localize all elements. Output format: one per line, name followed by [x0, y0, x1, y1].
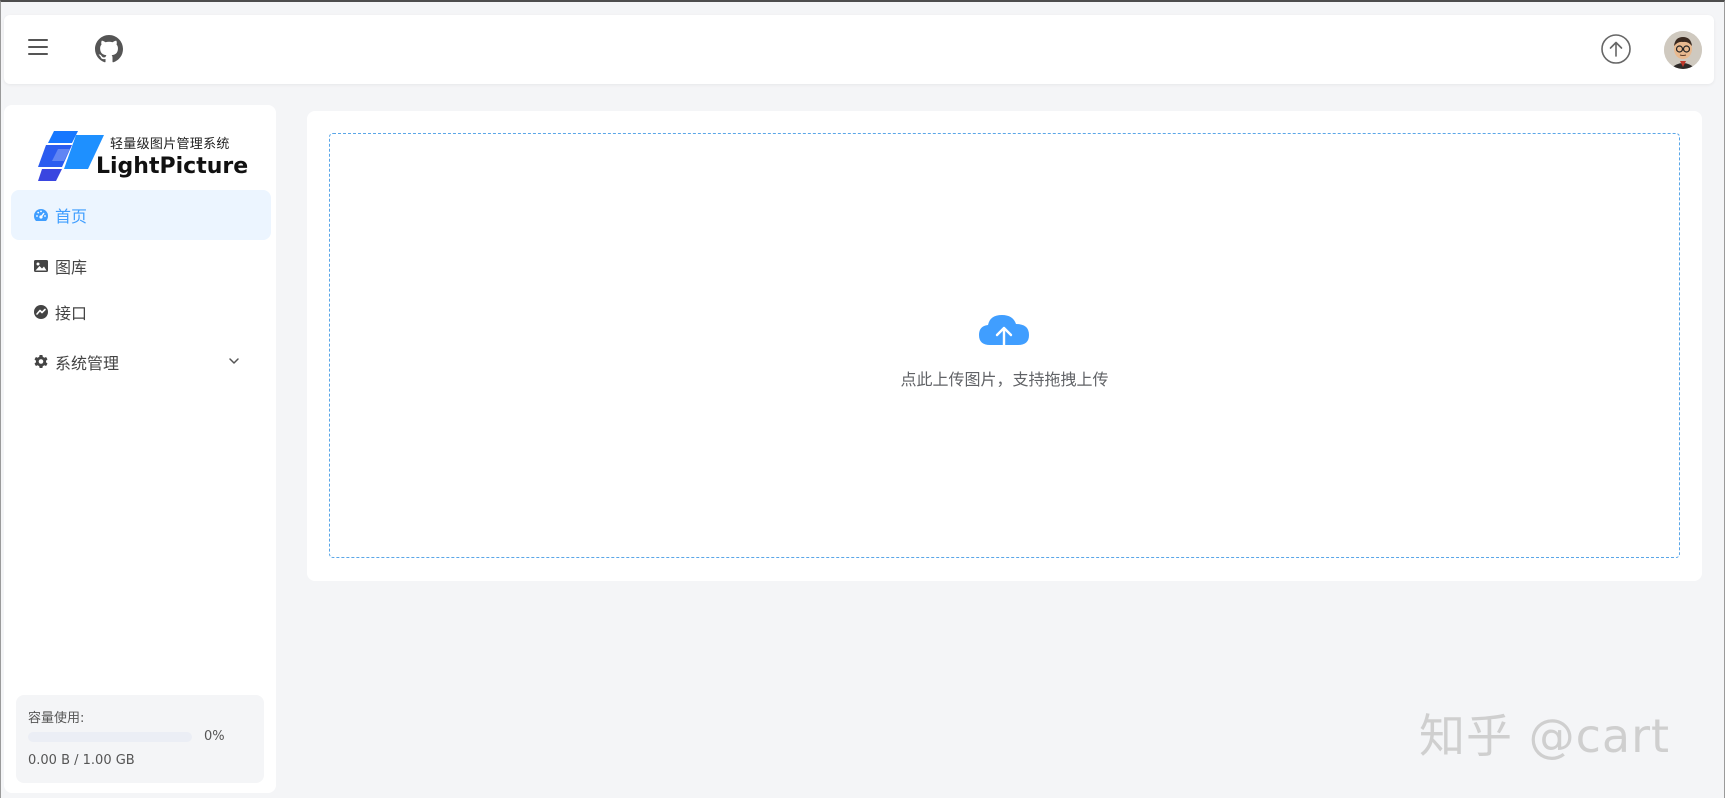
sidebar-item-label: 系统管理 [55, 354, 120, 373]
hamburger-icon[interactable] [28, 39, 48, 57]
capacity-size: 0.00 B / 1.00 GB [28, 753, 135, 768]
sidebar-item-home[interactable]: 首页 [11, 190, 271, 240]
sidebar-item-gallery[interactable]: 图库 [11, 241, 271, 291]
logo[interactable]: 轻量级图片管理系统 LightPicture [38, 127, 248, 187]
avatar-icon [1664, 31, 1702, 69]
capacity-panel: 容量使用: 0% 0.00 B / 1.00 GB [16, 695, 264, 783]
capacity-percent: 0% [204, 729, 225, 744]
chevron-down-icon [229, 358, 239, 364]
upload-circle-icon[interactable] [1600, 33, 1632, 65]
capacity-progress-bar [28, 732, 192, 742]
avatar[interactable] [1664, 31, 1702, 69]
capacity-label: 容量使用: [28, 711, 85, 726]
sidebar-item-label: 接口 [55, 304, 88, 323]
dashboard-icon [34, 209, 48, 221]
sidebar: 轻量级图片管理系统 LightPicture 首页 图库 接口 系统管理 容量使… [4, 105, 276, 793]
sidebar-item-label: 首页 [55, 207, 88, 226]
upload-hint-text: 点此上传图片，支持拖拽上传 [900, 370, 1109, 389]
top-bar [4, 15, 1714, 84]
cloud-upload-icon [979, 315, 1029, 357]
upload-dropzone[interactable]: 点此上传图片，支持拖拽上传 [329, 133, 1680, 558]
gear-icon [34, 355, 48, 368]
image-icon [34, 260, 48, 272]
api-icon [34, 305, 48, 319]
sidebar-item-api[interactable]: 接口 [11, 287, 271, 337]
watermark: 知乎 @cart [1419, 709, 1671, 763]
sidebar-item-system[interactable]: 系统管理 [11, 337, 271, 387]
upload-card: 点此上传图片，支持拖拽上传 [307, 111, 1702, 581]
sidebar-item-label: 图库 [55, 258, 88, 277]
logo-subtitle: 轻量级图片管理系统 [110, 137, 230, 152]
github-icon[interactable] [95, 35, 123, 63]
logo-title: LightPicture [96, 154, 249, 179]
